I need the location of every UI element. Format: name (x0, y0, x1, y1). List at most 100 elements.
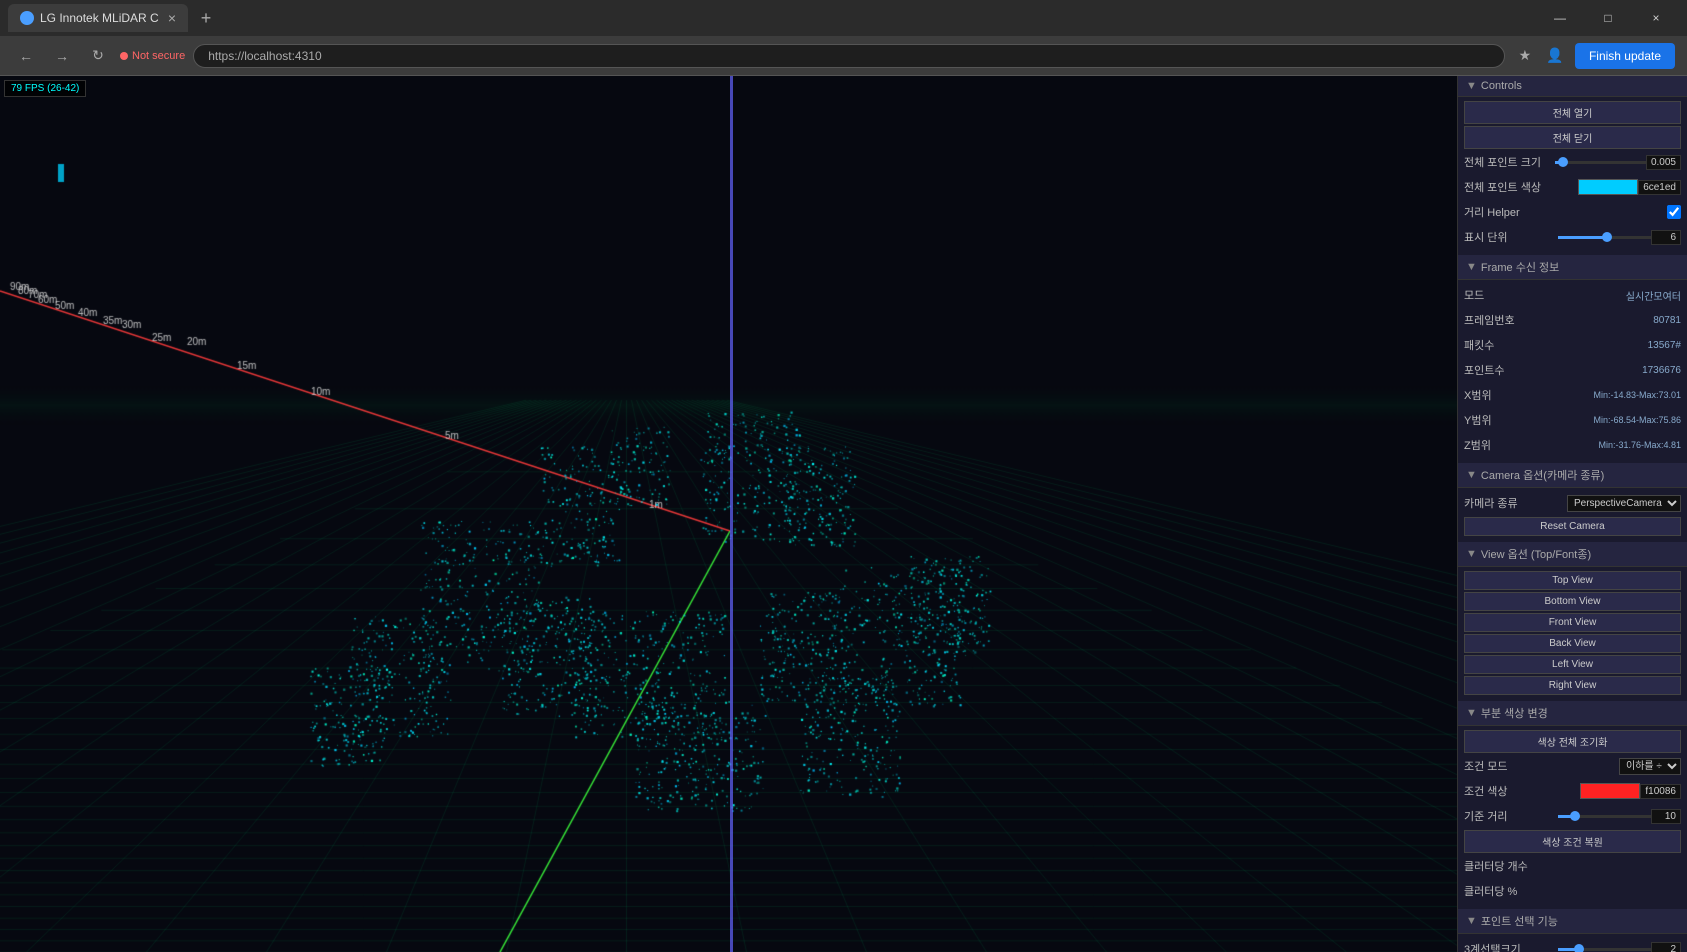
frame-section-header[interactable]: ▼ Frame 수신 정보 (1458, 255, 1687, 280)
back-button[interactable]: ← (12, 42, 40, 70)
camera-type-row: 카메라 종류 PerspectiveCamera (1464, 492, 1681, 514)
color-condition-restore-button[interactable]: 색상 조건 복원 (1464, 830, 1681, 853)
reset-camera-button[interactable]: Reset Camera (1464, 517, 1681, 536)
right-view-button[interactable]: Right View (1464, 676, 1681, 695)
front-view-button[interactable]: Front View (1464, 613, 1681, 632)
active-tab[interactable]: LG Innotek MLiDAR C × (8, 4, 188, 32)
point-size-row: 전체 포인트 크기 0.005 (1464, 151, 1681, 173)
select-3d-track[interactable] (1558, 948, 1652, 951)
x-range-label: X범위 (1464, 387, 1593, 403)
distance-helper-checkbox[interactable] (1667, 205, 1681, 219)
base-distance-track[interactable] (1558, 815, 1652, 818)
view-title: View 옵션 (Top/Font종) (1481, 546, 1591, 562)
base-distance-value: 10 (1651, 809, 1681, 824)
z-range-row: Z범위 Min:-31.76-Max:4.81 (1464, 434, 1681, 456)
reload-button[interactable]: ↻ (84, 42, 112, 70)
close-button[interactable]: × (1633, 4, 1679, 32)
color-change-section-header[interactable]: ▼ 부분 색상 변경 (1458, 701, 1687, 726)
profile-icon[interactable]: 👤 (1543, 44, 1567, 68)
point-color-label: 전체 포인트 색상 (1464, 179, 1578, 195)
point-size-slider[interactable] (1555, 161, 1646, 164)
select-3d-slider[interactable] (1558, 948, 1652, 951)
display-unit-label: 표시 단위 (1464, 229, 1558, 245)
bookmark-icon[interactable]: ★ (1513, 44, 1537, 68)
right-panel: ▼ Controls 전체 열기 전체 닫기 전체 포인트 크기 0.005 전… (1457, 76, 1687, 952)
finish-update-button[interactable]: Finish update (1575, 43, 1675, 69)
point-size-track[interactable] (1555, 161, 1646, 164)
point-color-row: 전체 포인트 색상 6ce1ed (1464, 176, 1681, 198)
view-section-header[interactable]: ▼ View 옵션 (Top/Font종) (1458, 542, 1687, 567)
y-range-row: Y범위 Min:-68.54-Max:75.86 (1464, 409, 1681, 431)
address-icons: ★ 👤 (1513, 44, 1567, 68)
new-tab-button[interactable]: + (192, 4, 220, 32)
cluster-count-row: 클러터당 개수 (1464, 855, 1681, 877)
color-change-chevron-icon: ▼ (1466, 707, 1477, 719)
display-unit-slider[interactable] (1558, 236, 1652, 239)
camera-type-label: 카메라 종류 (1464, 495, 1567, 511)
color-change-title: 부분 색상 변경 (1481, 705, 1548, 721)
cluster-count-label: 클러터당 개수 (1464, 858, 1681, 874)
url-bar[interactable]: https://localhost:4310 (193, 44, 1505, 68)
security-badge: Not secure (120, 50, 185, 62)
reset-all-color-button[interactable]: 색상 전체 조기화 (1464, 730, 1681, 753)
packet-count-label: 패킷수 (1464, 337, 1648, 353)
frame-no-row: 프레임번호 80781 (1464, 309, 1681, 331)
controls-chevron-icon: ▼ (1466, 80, 1477, 92)
select-3d-size-label: 3계선택크기 (1464, 941, 1558, 952)
viewport[interactable]: 79 FPS (26-42) (0, 76, 1457, 952)
select-3d-value: 2 (1651, 942, 1681, 952)
condition-color-swatch[interactable] (1580, 783, 1640, 799)
view-chevron-icon: ▼ (1466, 548, 1477, 560)
3d-canvas (0, 76, 1457, 952)
back-view-button[interactable]: Back View (1464, 634, 1681, 653)
condition-mode-select[interactable]: 이하를 ÷ (1619, 758, 1681, 775)
controls-content: 전체 열기 전체 닫기 전체 포인트 크기 0.005 전체 포인트 색상 6c… (1458, 97, 1687, 255)
forward-button[interactable]: → (48, 42, 76, 70)
bottom-view-button[interactable]: Bottom View (1464, 592, 1681, 611)
base-distance-thumb[interactable] (1570, 811, 1580, 821)
display-unit-thumb[interactable] (1602, 232, 1612, 242)
view-content: Top View Bottom View Front View Back Vie… (1458, 567, 1687, 701)
base-distance-slider[interactable] (1558, 815, 1652, 818)
maximize-button[interactable]: □ (1585, 4, 1631, 32)
base-distance-label: 기준 거리 (1464, 808, 1558, 824)
point-size-thumb[interactable] (1558, 157, 1568, 167)
controls-title: Controls (1481, 80, 1522, 92)
frame-content: 모드 실시간모여터 프레임번호 80781 패킷수 13567# 포인트수 17… (1458, 280, 1687, 463)
tab-bar: LG Innotek MLiDAR C × + — □ × (0, 0, 1687, 36)
distance-helper-label: 거리 Helper (1464, 204, 1667, 220)
controls-section-header[interactable]: ▼ Controls (1458, 76, 1687, 97)
mode-label: 모드 (1464, 287, 1626, 303)
condition-color-label: 조건 색상 (1464, 783, 1580, 799)
security-dot-icon (120, 52, 128, 60)
top-view-button[interactable]: Top View (1464, 571, 1681, 590)
point-count-label: 포인트수 (1464, 362, 1642, 378)
tab-favicon (20, 11, 34, 25)
z-range-label: Z범위 (1464, 437, 1598, 453)
open-all-button[interactable]: 전체 열기 (1464, 101, 1681, 124)
cluster-pct-label: 클러터당 % (1464, 883, 1681, 899)
frame-no-label: 프레임번호 (1464, 312, 1653, 328)
camera-type-select[interactable]: PerspectiveCamera (1567, 495, 1681, 512)
condition-mode-row: 조건 모드 이하를 ÷ (1464, 755, 1681, 777)
camera-section-header[interactable]: ▼ Camera 옵션(카메라 종류) (1458, 463, 1687, 488)
url-text: https://localhost:4310 (208, 49, 321, 63)
point-color-swatch[interactable] (1578, 179, 1638, 195)
point-select-section-header[interactable]: ▼ 포인트 선택 기능 (1458, 909, 1687, 934)
point-size-value: 0.005 (1646, 155, 1681, 170)
select-3d-thumb[interactable] (1574, 944, 1584, 952)
tab-close-button[interactable]: × (168, 10, 176, 26)
minimize-button[interactable]: — (1537, 4, 1583, 32)
camera-chevron-icon: ▼ (1466, 469, 1477, 481)
close-all-button[interactable]: 전체 닫기 (1464, 126, 1681, 149)
mode-row: 모드 실시간모여터 (1464, 284, 1681, 306)
display-unit-fill (1558, 236, 1605, 239)
cluster-pct-row: 클러터당 % (1464, 880, 1681, 902)
left-view-button[interactable]: Left View (1464, 655, 1681, 674)
select-3d-size-row: 3계선택크기 2 (1464, 938, 1681, 952)
vertical-marker (730, 76, 733, 952)
address-bar: ← → ↻ Not secure https://localhost:4310 … (0, 36, 1687, 76)
display-unit-track[interactable] (1558, 236, 1652, 239)
tab-title: LG Innotek MLiDAR C (40, 11, 162, 25)
camera-title: Camera 옵션(카메라 종류) (1481, 467, 1604, 483)
